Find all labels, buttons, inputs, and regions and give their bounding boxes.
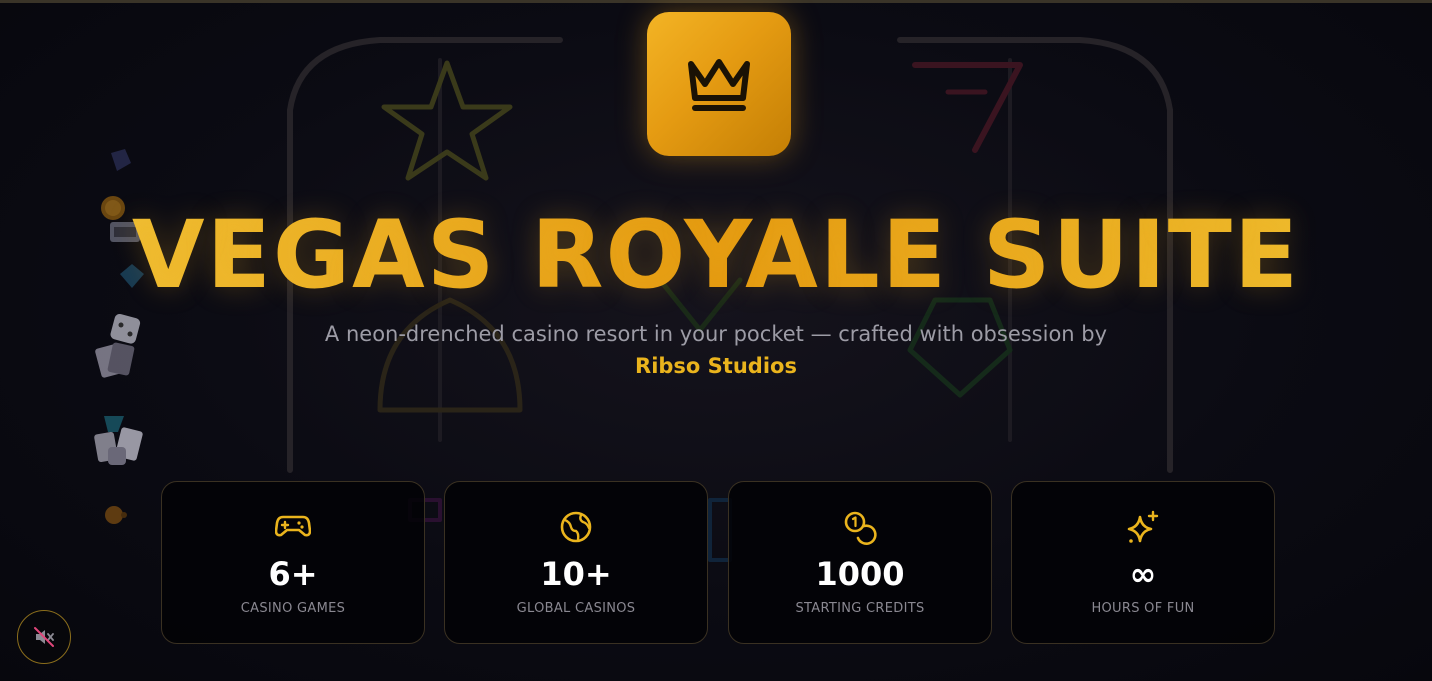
muted-speaker-icon xyxy=(34,627,54,647)
stat-card-casino-games: 6+ CASINO GAMES xyxy=(161,481,425,644)
stat-value: 10+ xyxy=(540,555,612,593)
stat-label: HOURS OF FUN xyxy=(1091,601,1195,616)
crown-icon xyxy=(688,59,750,111)
stat-label: STARTING CREDITS xyxy=(795,601,925,616)
sound-toggle-button[interactable] xyxy=(17,610,71,664)
stat-card-starting-credits: 1000 STARTING CREDITS xyxy=(728,481,992,644)
stat-value: ∞ xyxy=(1129,555,1157,593)
stat-label: CASINO GAMES xyxy=(240,601,346,616)
landing-page: VEGAS ROYALE SUITE A neon-drenched casin… xyxy=(0,0,1432,681)
cards-and-dice-icon xyxy=(92,425,156,477)
app-logo xyxy=(647,12,791,156)
stat-card-global-casinos: 10+ GLOBAL CASINOS xyxy=(444,481,708,644)
coin-bag-icon xyxy=(100,502,132,532)
stat-value: 1000 xyxy=(815,555,905,593)
stat-card-hours-of-fun: ∞ HOURS OF FUN xyxy=(1011,481,1275,644)
coins-icon xyxy=(844,511,877,545)
spade-chip-icon xyxy=(105,145,135,179)
gamepad-icon xyxy=(275,515,311,537)
tagline: A neon-drenched casino resort in your po… xyxy=(324,322,1108,346)
globe-icon xyxy=(560,511,592,543)
page-title: VEGAS ROYALE SUITE xyxy=(0,196,1432,316)
stat-label: GLOBAL CASINOS xyxy=(516,601,636,616)
studio-name: Ribso Studios xyxy=(635,354,797,378)
sparkles-icon xyxy=(1127,510,1159,543)
stat-value: 6+ xyxy=(268,555,318,593)
